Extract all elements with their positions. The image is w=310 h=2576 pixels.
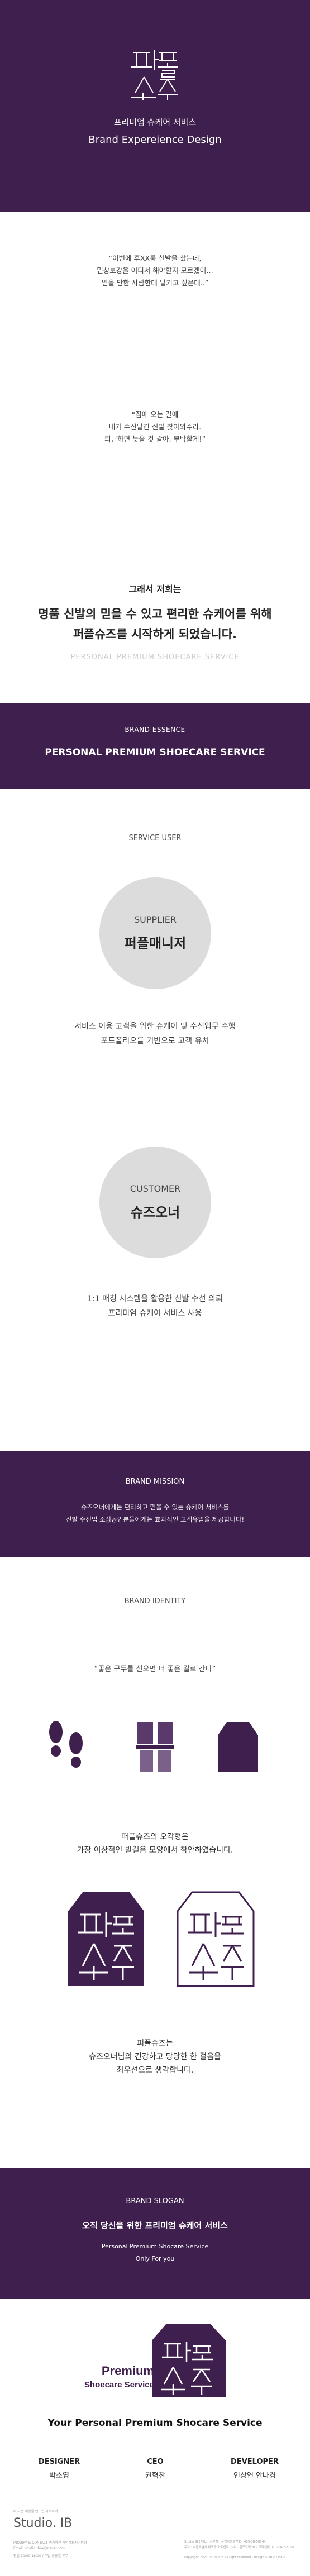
section-title: BRAND IDENTITY <box>124 1597 186 1605</box>
supplier-description: 서비스 이용 고객을 위한 슈케어 및 수선업무 수행 포트폴리오를 기반으로 … <box>0 1019 310 1048</box>
mission-text: 슈즈오너에게는 편리하고 믿을 수 있는 슈케어 서비스를 신발 수선업 소상공… <box>0 1501 310 1526</box>
credit-role: DESIGNER <box>38 2458 80 2466</box>
identity-description-1: 퍼플슈즈의 오각형은 가장 이상적인 발걸음 모양에서 착안하였습니다. <box>0 1830 310 1857</box>
quote-line: “집에 오는 길에 <box>131 410 179 419</box>
brand-slogan-section: BRAND SLOGAN 오직 당신을 위한 프리미엄 슈케어 서비스 Pers… <box>0 2168 310 2299</box>
customer-label-ko: 슈즈오너 <box>130 1205 180 1220</box>
footer-studio-logo: Studio. IB <box>13 2516 73 2530</box>
desc-line: 퍼플슈즈의 오각형은 <box>121 1833 189 1841</box>
brand-identity-section: BRAND IDENTITY “좋은 구두를 신으면 더 좋은 길로 간다” 퍼… <box>0 1557 310 2168</box>
brand-mark-line2: Shoecare Service <box>84 2380 154 2390</box>
customer-description: 1:1 매칭 시스템을 활용한 신발 수선 의뢰 프리미엄 슈케어 서비스 사용 <box>0 1292 310 1321</box>
footer-address: 주소 : 서울특별시 마포구 와우산로 29다 7필드트랙 3F | 고객센터 … <box>184 2546 295 2549</box>
supplier-label-en: SUPPLIER <box>133 914 177 925</box>
hero-subtitle-en: Brand Expereience Design <box>88 134 222 146</box>
desc-line: 1:1 매칭 시스템을 활용한 신발 수선 의뢰 <box>87 1294 223 1303</box>
credit-designer: DESIGNER 박소영 <box>20 2458 98 2480</box>
supplier-circle: SUPPLIER 퍼플매니저 <box>99 877 211 989</box>
footer: 더 나은 세상을 만드는 디자이너 Studio. IB INQUIRY & C… <box>0 2506 310 2576</box>
quote-line: 믿을 만한 사람한테 맡기고 싶은데..” <box>101 279 209 287</box>
hero-section: 프리미엄 슈케어 서비스 Brand Expereience Design <box>0 0 310 212</box>
slogan-main: 오직 당신을 위한 프리미엄 슈케어 서비스 <box>82 2220 228 2230</box>
customer-circle: CUSTOMER 슈즈오너 <box>99 1147 211 1258</box>
footer-links[interactable]: INQUIRY & CONTACT 이용약관 개인정보처리방침 <box>13 2540 87 2545</box>
section-title: BRAND MISSION <box>125 1478 185 1486</box>
mission-line: 신발 수선업 소상공인분들에게는 효과적인 고객유입을 제공합니다! <box>65 1515 245 1523</box>
desc-line: 가장 이상적인 발걸음 모양에서 착안하였습니다. <box>77 1846 233 1855</box>
credit-name: 인상연 안나경 <box>233 2472 276 2480</box>
credit-name: 박소영 <box>49 2472 69 2480</box>
customer-label-en: CUSTOMER <box>130 1183 181 1194</box>
essence-statement: PERSONAL PREMIUM SHOECARE SERVICE <box>45 747 265 758</box>
credits-section: DESIGNER 박소영 CEO 권혁찬 DEVELOPER 인상연 안나경 <box>0 2455 310 2506</box>
service-user-section: SERVICE USER SUPPLIER 퍼플매니저 서비스 이용 고객을 위… <box>0 789 310 1451</box>
footer-copyright: copyright 2021. Studio IB All right rese… <box>184 2556 285 2559</box>
shoe-sole-icon <box>136 1722 174 1772</box>
brand-essence-section: BRAND ESSENCE PERSONAL PREMIUM SHOECARE … <box>0 703 310 789</box>
tagline-line: 퍼플슈즈를 시작하게 되었습니다. <box>73 627 237 641</box>
section-title: BRAND ESSENCE <box>125 726 185 733</box>
credit-developer: DEVELOPER 인상연 안나경 <box>216 2458 294 2480</box>
credit-ceo: CEO 권혁찬 <box>116 2458 194 2480</box>
tagline-line: 명품 신발의 믿을 수 있고 편리한 슈케어를 위해 <box>38 607 272 621</box>
footprints-icon <box>49 1721 83 1768</box>
mission-line: 슈즈오너에게는 편리하고 믿을 수 있는 슈케어 서비스를 <box>80 1503 230 1511</box>
slogan-en-1: Personal Premium Shocare Service <box>101 2243 209 2250</box>
brand-mark-section: Premium Shoecare Service Your Personal P… <box>0 2299 310 2455</box>
section-title: BRAND SLOGAN <box>126 2197 184 2205</box>
logo-tile-dark-icon <box>68 1892 144 1986</box>
desc-line: 포트폴리오를 기반으로 고객 유치 <box>101 1037 209 1045</box>
section-title: SERVICE USER <box>128 834 182 842</box>
story-section: “이번에 후XX룸 신발을 샀는데, 밑창보강을 어디서 해야할지 모르겠어… … <box>0 212 310 703</box>
credit-role: CEO <box>147 2458 164 2466</box>
hero-subtitle-ko: 프리미엄 슈케어 서비스 <box>113 117 197 127</box>
logo-tile-light-icon <box>177 1891 255 1987</box>
brand-mark-line1: Premium <box>102 2364 154 2378</box>
footer-hours: 평일 10:00-18:00 / 주말·공휴일 휴무 <box>13 2554 68 2558</box>
quote-line: 퇴근하면 늦을 것 같아. 부탁할게!” <box>104 435 206 443</box>
brand-mission-section: BRAND MISSION 슈즈오너에게는 편리하고 믿을 수 있는 슈케어 서… <box>0 1451 310 1557</box>
quote-line: 내가 수선맡긴 신발 찾아와주라. <box>108 423 202 431</box>
tagline-main: 명품 신발의 믿을 수 있고 편리한 슈케어를 위해 퍼플슈즈를 시작하게 되었… <box>0 604 310 644</box>
customer-quote-1: “이번에 후XX룸 신발을 샀는데, 밑창보강을 어디서 해야할지 모르겠어… … <box>0 252 310 289</box>
footer-tagline: 더 나은 세상을 만드는 디자이너 <box>13 2510 58 2513</box>
desc-line: 최우선으로 생각합니다. <box>116 2066 194 2075</box>
credit-name: 권혁찬 <box>145 2472 165 2480</box>
tagline-en: PERSONAL PREMIUM SHOECARE SERVICE <box>70 653 240 661</box>
credit-role: DEVELOPER <box>231 2458 279 2466</box>
brand-tagline: Your Personal Premium Shocare Service <box>47 2417 263 2429</box>
tagline-intro: 그래서 저희는 <box>128 584 182 594</box>
identity-quote: “좋은 구두를 신으면 더 좋은 길로 간다” <box>94 1665 216 1673</box>
slogan-en-2: Only For you <box>135 2255 175 2262</box>
desc-line: 프리미엄 슈케어 서비스 사용 <box>108 1309 202 1318</box>
quote-line: “이번에 후XX룸 신발을 샀는데, <box>108 254 202 262</box>
shoe-heel-icon <box>218 1722 258 1772</box>
desc-line: 슈즈오너님의 건강하고 당당한 한 걸음을 <box>89 2052 221 2061</box>
desc-line: 서비스 이용 고객을 위한 슈케어 및 수선업무 수행 <box>74 1022 236 1031</box>
supplier-label-ko: 퍼플매니저 <box>124 936 187 951</box>
footer-email[interactable]: Email: studio_ibox@naver.com <box>13 2546 65 2550</box>
desc-line: 퍼플슈즈는 <box>137 2039 173 2048</box>
identity-description-2: 퍼플슈즈는 슈즈오너님의 건강하고 당당한 한 걸음을 최우선으로 생각합니다. <box>0 2037 310 2077</box>
footer-company-info: Studio IB | 대표 : 김부성 | 사업자등록번호 : 409-38-… <box>184 2540 266 2544</box>
purple-shoes-logo <box>131 50 178 100</box>
brand-logo-mark: Premium Shoecare Service <box>84 2324 226 2397</box>
quote-line: 밑창보강을 어디서 해야할지 모르겠어… <box>97 266 213 275</box>
customer-quote-2: “집에 오는 길에 내가 수선맡긴 신발 찾아와주라. 퇴근하면 늦을 것 같아… <box>0 409 310 445</box>
